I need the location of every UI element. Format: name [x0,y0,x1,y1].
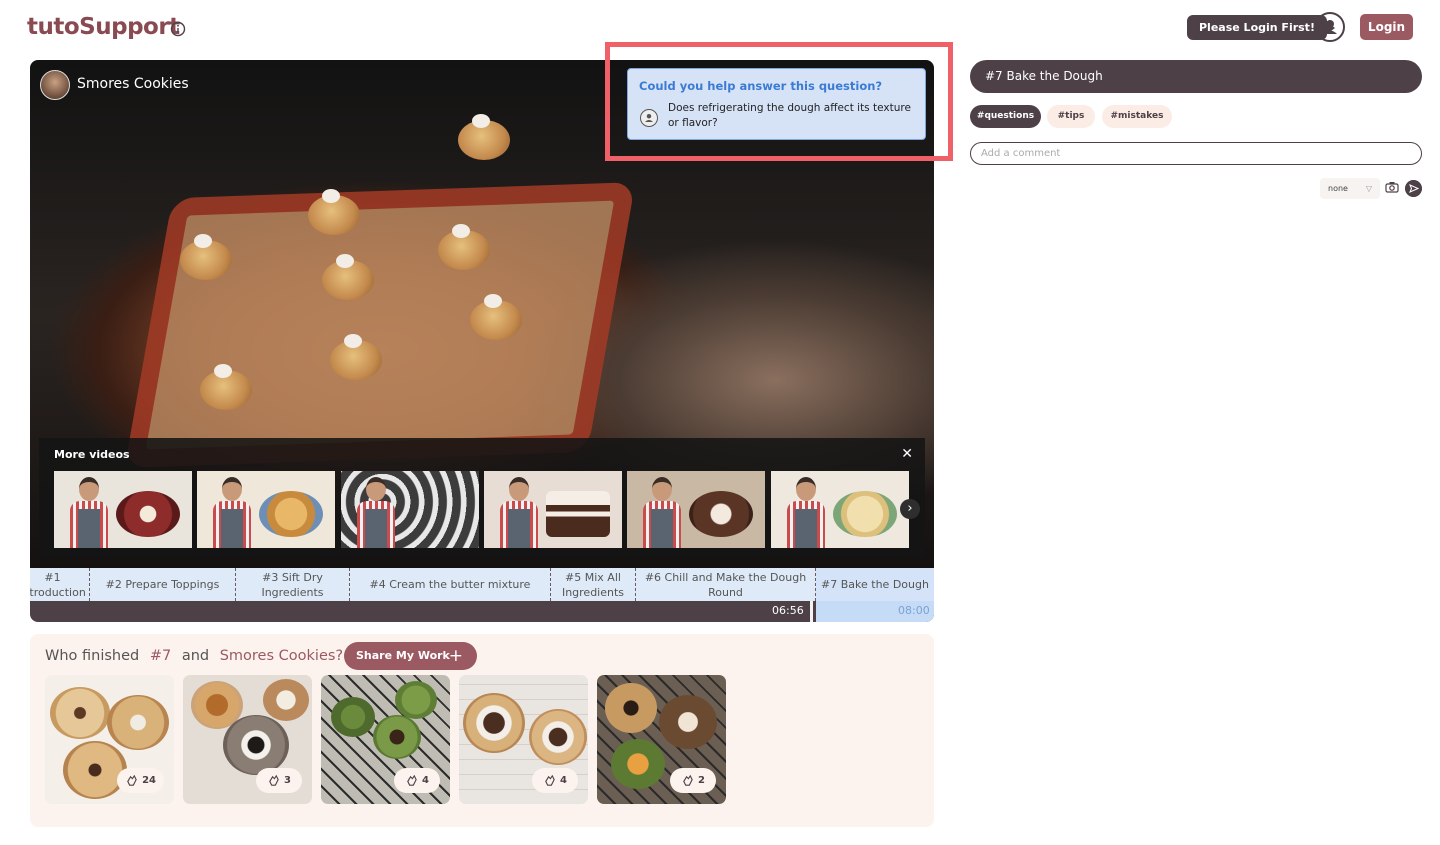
chapter-row: #1 Introduction #2 Prepare Toppings #3 S… [30,568,934,601]
clap-icon [127,774,137,786]
finished-title: Who finished #7 and Smores Cookies? [45,648,343,664]
playhead-marker[interactable] [810,601,813,622]
work-thumbnail[interactable]: 4 [321,675,450,804]
clap-count: 4 [422,775,429,786]
clap-count-badge[interactable]: 3 [256,768,302,793]
video-frame-cookie [438,224,490,270]
clap-count-badge[interactable]: 4 [532,768,578,793]
work-thumbnail[interactable]: 24 [45,675,174,804]
end-time: 08:00 [898,604,930,617]
question-card-title: Could you help answer this question? [639,79,883,93]
clap-icon [683,774,693,786]
chapter-timeline[interactable]: #1 Introduction #2 Prepare Toppings #3 S… [30,568,934,622]
video-thumbnail[interactable] [197,471,335,548]
more-videos-title: More videos [54,448,130,461]
video-thumbnail[interactable] [341,471,479,548]
clap-count-badge[interactable]: 4 [394,768,440,793]
user-icon [640,109,658,127]
channel-avatar[interactable] [40,70,70,100]
plus-icon: + [448,646,463,666]
more-videos-panel: More videos ✕ › [39,438,925,558]
video-frame-cookie [180,234,232,280]
user-icon [1323,20,1337,34]
info-icon[interactable] [170,21,186,37]
video-frame-cookie [308,189,360,235]
video-frame-tray [124,182,636,468]
video-frame-cookie [458,114,510,160]
chapter-item[interactable]: #1 Introduction [30,568,90,601]
video-thumbnail[interactable] [54,471,192,548]
comment-input[interactable] [970,142,1422,165]
chevron-down-icon: ▽ [1365,184,1372,193]
finished-step: #7 [149,648,172,664]
finished-section: Who finished #7 and Smores Cookies? Shar… [30,634,934,827]
chapter-item-active[interactable]: #7 Bake the Dough [816,568,934,601]
camera-icon[interactable] [1385,181,1399,193]
video-frame-cookie [322,254,374,300]
login-tooltip: Please Login First! [1187,15,1335,40]
tag-mistakes[interactable]: #mistakes [1102,105,1172,128]
share-my-work-button[interactable]: Share My Work + [344,642,477,670]
send-icon[interactable] [1405,180,1422,197]
video-thumbnail[interactable] [771,471,909,548]
clap-count-badge[interactable]: 2 [670,768,716,793]
video-channel-name[interactable]: Smores Cookies [77,76,189,92]
category-select[interactable]: none ▽ [1320,178,1380,199]
video-frame-cookie [470,294,522,340]
clap-count-badge[interactable]: 24 [117,768,164,793]
video-thumbnail[interactable] [627,471,765,548]
clap-count: 24 [142,775,156,786]
clap-icon [407,774,417,786]
video-thumbnail[interactable] [484,471,622,548]
share-button-label: Share My Work [356,649,450,662]
question-prompt-card[interactable]: Could you help answer this question? Doe… [627,68,926,140]
chapter-item[interactable]: #4 Cream the butter mixture [350,568,551,601]
app-logo[interactable]: tutoSupport [27,14,180,40]
clap-count: 2 [698,775,705,786]
work-thumbnail[interactable]: 4 [459,675,588,804]
step-title: #7 Bake the Dough [970,60,1422,93]
login-button[interactable]: Login [1360,14,1413,40]
current-time: 06:56 [772,604,804,617]
work-thumbnail[interactable]: 2 [597,675,726,804]
chapter-item[interactable]: #3 Sift Dry Ingredients [236,568,350,601]
tag-questions[interactable]: #questions [970,105,1041,128]
chevron-right-icon[interactable]: › [900,499,920,519]
finished-title-prefix: Who finished [45,648,140,664]
clap-icon [269,774,279,786]
tag-tips[interactable]: #tips [1047,105,1095,128]
finished-tutorial: Smores Cookies? [219,648,344,664]
chapter-item[interactable]: #2 Prepare Toppings [90,568,236,601]
video-frame-cookie [200,364,252,410]
category-select-value: none [1328,184,1348,193]
chapter-item[interactable]: #5 Mix All Ingredients [551,568,636,601]
work-thumbnail[interactable]: 3 [183,675,312,804]
clap-count: 4 [560,775,567,786]
chapter-item[interactable]: #6 Chill and Make the Dough Round [636,568,816,601]
question-text: Does refrigerating the dough affect its … [668,102,911,129]
clap-count: 3 [284,775,291,786]
clap-icon [545,774,555,786]
user-avatar-button[interactable] [1315,12,1345,42]
video-player[interactable]: Smores Cookies Could you help answer thi… [30,60,934,570]
video-frame-cookie [330,334,382,380]
close-icon[interactable]: ✕ [901,446,913,462]
finished-and: and [181,648,210,664]
